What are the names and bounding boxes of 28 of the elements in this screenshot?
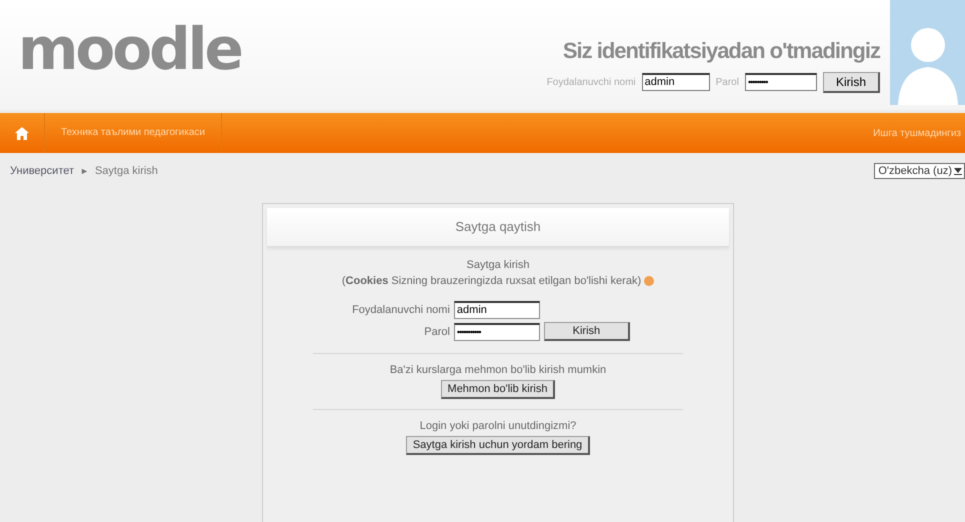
moodle-logo: moodle — [18, 14, 241, 84]
login-button[interactable]: Kirish — [544, 322, 630, 341]
password-field[interactable]: ••••••••• — [744, 73, 817, 91]
login-status: Siz identifikatsiyadan o'tmadingiz — [562, 38, 880, 64]
login-heading: Saytga kirish — [466, 259, 530, 271]
help-icon[interactable] — [644, 276, 654, 286]
username-label: Foydalanuvchi nomi — [352, 304, 450, 316]
username-field[interactable]: admin — [642, 73, 710, 91]
password-label: Parol — [716, 76, 739, 88]
avatar-silhouette-icon — [890, 0, 965, 105]
nav-right-text: Ишга тушмадингиз — [873, 128, 961, 138]
panel-title: Saytga qaytish — [267, 208, 729, 247]
password-field[interactable]: ••••••••••• — [454, 322, 540, 340]
dropdown-arrow-icon[interactable] — [952, 166, 964, 176]
login-button[interactable]: Kirish — [822, 72, 880, 92]
username-field[interactable]: admin — [454, 301, 540, 319]
breadcrumb-separator-icon: ► — [80, 166, 89, 176]
guest-login-button[interactable]: Mehmon bo'lib kirish — [440, 380, 556, 399]
forgot-text: Login yoki parolni unutdingizmi? — [418, 420, 578, 432]
breadcrumb-current: Saytga kirish — [94, 165, 158, 177]
username-label: Foydalanuvchi nomi — [546, 76, 636, 88]
cookies-note: (Cookies Sizning brauzeringizda ruxsat etilgan bo'lishi kerak) — [342, 275, 642, 287]
guest-text: Ba'zi kurslarga mehmon bo'lib kirish mumkin — [388, 364, 608, 376]
language-select[interactable]: O'zbekcha (uz) — [874, 163, 965, 179]
breadcrumb-link[interactable]: Университет — [10, 165, 74, 177]
home-icon[interactable] — [15, 126, 29, 140]
forgot-password-button[interactable]: Saytga kirish uchun yordam bering — [406, 436, 590, 455]
password-label: Parol — [423, 326, 450, 338]
